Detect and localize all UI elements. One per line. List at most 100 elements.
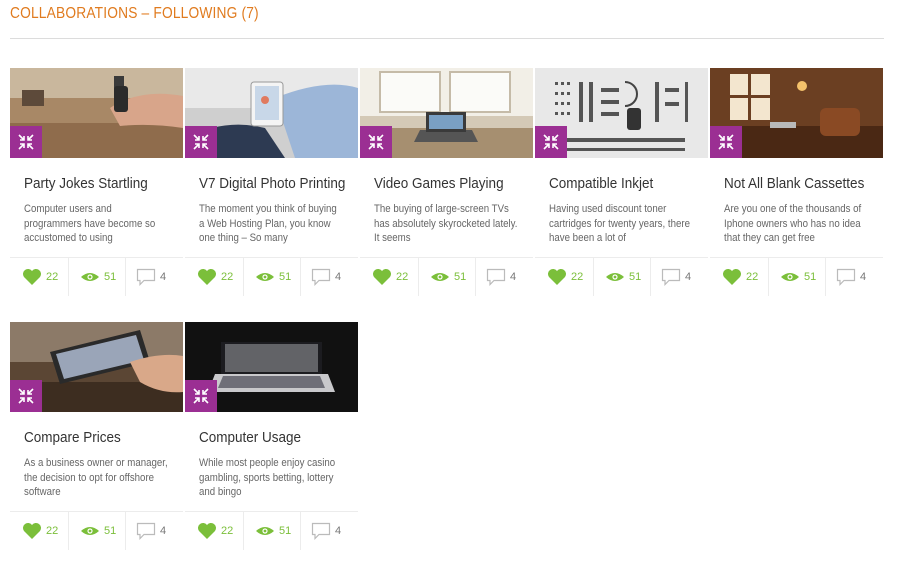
title-divider <box>10 38 884 39</box>
collaborate-badge-icon[interactable] <box>185 126 217 158</box>
card-description: The buying of large-screen TVs has absol… <box>374 203 518 244</box>
collaborate-badge-icon[interactable] <box>185 380 217 412</box>
comments-count: 4 <box>685 271 692 283</box>
collaborate-badge-icon[interactable] <box>10 380 42 412</box>
card-title[interactable]: Video Games Playing <box>374 175 516 192</box>
likes-stat[interactable]: 22 <box>372 258 408 296</box>
views-stat[interactable]: 51 <box>605 258 641 296</box>
heart-icon <box>23 269 41 285</box>
heart-icon <box>198 269 216 285</box>
heart-icon <box>198 523 216 539</box>
heart-icon <box>23 523 41 539</box>
collaborate-badge-icon[interactable] <box>10 126 42 158</box>
collaborate-badge-icon[interactable] <box>710 126 742 158</box>
card-description: Having used discount toner cartridges fo… <box>549 203 690 244</box>
collaborate-badge-icon[interactable] <box>535 126 567 158</box>
heart-icon <box>548 269 566 285</box>
card-title[interactable]: Not All Blank Cassettes <box>724 175 866 192</box>
likes-stat[interactable]: 22 <box>22 258 58 296</box>
eye-icon <box>81 273 99 281</box>
views-count: 51 <box>104 271 117 283</box>
views-stat[interactable]: 51 <box>255 512 291 550</box>
collaboration-card[interactable]: Compare Prices As a business owner or ma… <box>10 322 183 550</box>
collaboration-card[interactable]: Computer Usage While most people enjoy c… <box>185 322 358 550</box>
comments-count: 4 <box>160 271 167 283</box>
card-thumbnail[interactable] <box>535 68 708 158</box>
comments-count: 4 <box>860 271 867 283</box>
eye-icon <box>256 273 274 281</box>
views-count: 51 <box>804 271 817 283</box>
comments-stat[interactable]: 4 <box>311 258 341 296</box>
views-count: 51 <box>104 525 117 537</box>
comments-stat[interactable]: 4 <box>311 512 341 550</box>
comments-stat[interactable]: 4 <box>661 258 691 296</box>
comments-stat[interactable]: 4 <box>486 258 516 296</box>
comment-icon <box>311 522 331 540</box>
card-title[interactable]: V7 Digital Photo Printing <box>199 175 345 192</box>
heart-icon <box>373 269 391 285</box>
comments-stat[interactable]: 4 <box>136 258 166 296</box>
views-stat[interactable]: 51 <box>430 258 466 296</box>
comment-icon <box>661 268 681 286</box>
card-description: As a business owner or manager, the deci… <box>24 457 168 498</box>
likes-count: 22 <box>46 525 59 537</box>
comments-count: 4 <box>160 525 167 537</box>
likes-stat[interactable]: 22 <box>197 512 233 550</box>
card-stats: 22 51 4 <box>10 511 183 550</box>
likes-count: 22 <box>221 271 234 283</box>
card-description: While most people enjoy casino gambling,… <box>199 457 336 498</box>
card-stats: 22 51 4 <box>360 257 533 296</box>
views-stat[interactable]: 51 <box>255 258 291 296</box>
card-thumbnail[interactable] <box>710 68 883 158</box>
likes-count: 22 <box>396 271 409 283</box>
likes-stat[interactable]: 22 <box>22 512 58 550</box>
views-stat[interactable]: 51 <box>80 512 116 550</box>
collaborate-badge-icon[interactable] <box>360 126 392 158</box>
collaboration-card[interactable]: Not All Blank Cassettes Are you one of t… <box>710 68 883 296</box>
likes-count: 22 <box>221 525 234 537</box>
card-thumbnail[interactable] <box>360 68 533 158</box>
card-description: Are you one of the thousands of Iphone o… <box>724 203 862 244</box>
card-title[interactable]: Compare Prices <box>24 429 166 446</box>
eye-icon <box>781 273 799 281</box>
comment-icon <box>836 268 856 286</box>
comments-count: 4 <box>335 271 342 283</box>
card-stats: 22 51 4 <box>10 257 183 296</box>
card-stats: 22 51 4 <box>710 257 883 296</box>
likes-stat[interactable]: 22 <box>197 258 233 296</box>
collaboration-card[interactable]: Compatible Inkjet Having used discount t… <box>535 68 708 296</box>
views-stat[interactable]: 51 <box>780 258 816 296</box>
page-title: COLLABORATIONS – FOLLOWING (7) <box>10 5 259 22</box>
views-stat[interactable]: 51 <box>80 258 116 296</box>
likes-stat[interactable]: 22 <box>722 258 758 296</box>
collaboration-card[interactable]: Video Games Playing The buying of large-… <box>360 68 533 296</box>
views-count: 51 <box>454 271 467 283</box>
comment-icon <box>311 268 331 286</box>
likes-count: 22 <box>46 271 59 283</box>
views-count: 51 <box>279 525 292 537</box>
card-stats: 22 51 4 <box>535 257 708 296</box>
eye-icon <box>256 527 274 535</box>
likes-stat[interactable]: 22 <box>547 258 583 296</box>
card-title[interactable]: Computer Usage <box>199 429 341 446</box>
comments-stat[interactable]: 4 <box>836 258 866 296</box>
card-thumbnail[interactable] <box>10 322 183 412</box>
eye-icon <box>81 527 99 535</box>
eye-icon <box>606 273 624 281</box>
card-thumbnail[interactable] <box>185 322 358 412</box>
card-thumbnail[interactable] <box>10 68 183 158</box>
card-stats: 22 51 4 <box>185 511 358 550</box>
card-description: Computer users and programmers have beco… <box>24 203 156 244</box>
collaboration-card[interactable]: Party Jokes Startling Computer users and… <box>10 68 183 296</box>
card-thumbnail[interactable] <box>185 68 358 158</box>
card-description: The moment you think of buying a Web Hos… <box>199 203 337 244</box>
heart-icon <box>723 269 741 285</box>
collaboration-card[interactable]: V7 Digital Photo Printing The moment you… <box>185 68 358 296</box>
card-title[interactable]: Compatible Inkjet <box>549 175 691 192</box>
comments-stat[interactable]: 4 <box>136 512 166 550</box>
likes-count: 22 <box>571 271 584 283</box>
card-title[interactable]: Party Jokes Startling <box>24 175 166 192</box>
comments-count: 4 <box>335 525 342 537</box>
views-count: 51 <box>629 271 642 283</box>
comments-count: 4 <box>510 271 517 283</box>
